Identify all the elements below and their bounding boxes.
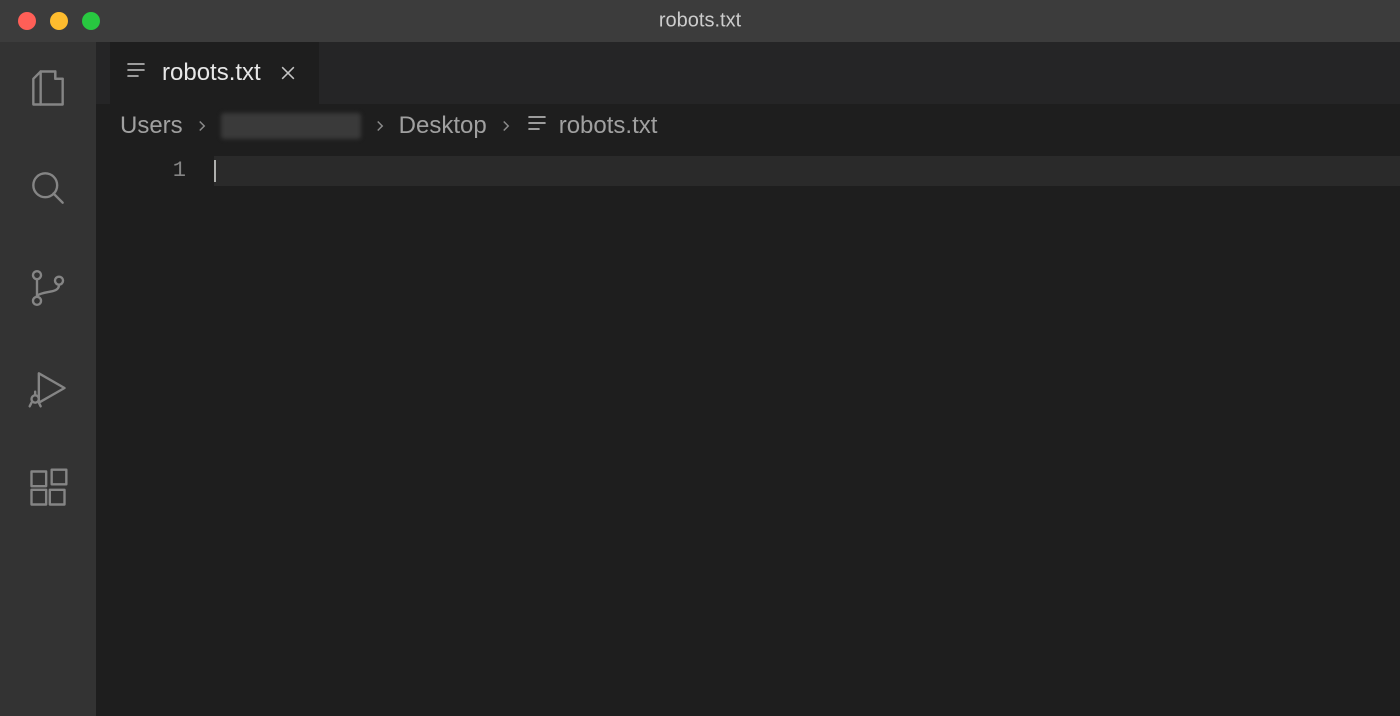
breadcrumb-file[interactable]: robots.txt [525, 111, 658, 142]
chevron-right-icon [497, 117, 515, 135]
search-icon[interactable] [20, 160, 76, 216]
breadcrumb-label: robots.txt [559, 112, 658, 140]
editor-content[interactable] [214, 148, 1400, 716]
editor-area: robots.txt Users Desktop [96, 42, 1400, 716]
breadcrumb-redacted[interactable] [221, 113, 361, 139]
window-controls [18, 12, 100, 30]
tab-label: robots.txt [162, 59, 261, 87]
window-title: robots.txt [659, 10, 741, 33]
editor-tabs: robots.txt [96, 42, 1400, 104]
line-number-gutter: 1 [96, 148, 214, 716]
text-file-icon [124, 58, 148, 89]
breadcrumb-label: Desktop [399, 112, 487, 140]
window-close-button[interactable] [18, 12, 36, 30]
run-debug-icon[interactable] [20, 360, 76, 416]
tab-robots-txt[interactable]: robots.txt [110, 42, 320, 104]
activity-bar [0, 42, 96, 716]
tab-close-button[interactable] [275, 60, 301, 86]
text-file-icon [525, 111, 549, 142]
breadcrumbs: Users Desktop robots.txt [96, 104, 1400, 148]
extensions-icon[interactable] [20, 460, 76, 516]
line-number: 1 [96, 156, 186, 186]
title-bar: robots.txt [0, 0, 1400, 42]
tabs-spacer [320, 42, 1400, 104]
chevron-right-icon [371, 117, 389, 135]
editor-body[interactable]: 1 [96, 148, 1400, 716]
window-zoom-button[interactable] [82, 12, 100, 30]
chevron-right-icon [193, 117, 211, 135]
text-cursor [214, 160, 216, 182]
editor-line[interactable] [214, 156, 1400, 186]
source-control-icon[interactable] [20, 260, 76, 316]
breadcrumb-desktop[interactable]: Desktop [399, 112, 487, 140]
breadcrumb-label: Users [120, 112, 183, 140]
window-minimize-button[interactable] [50, 12, 68, 30]
breadcrumb-users[interactable]: Users [120, 112, 183, 140]
explorer-icon[interactable] [20, 60, 76, 116]
